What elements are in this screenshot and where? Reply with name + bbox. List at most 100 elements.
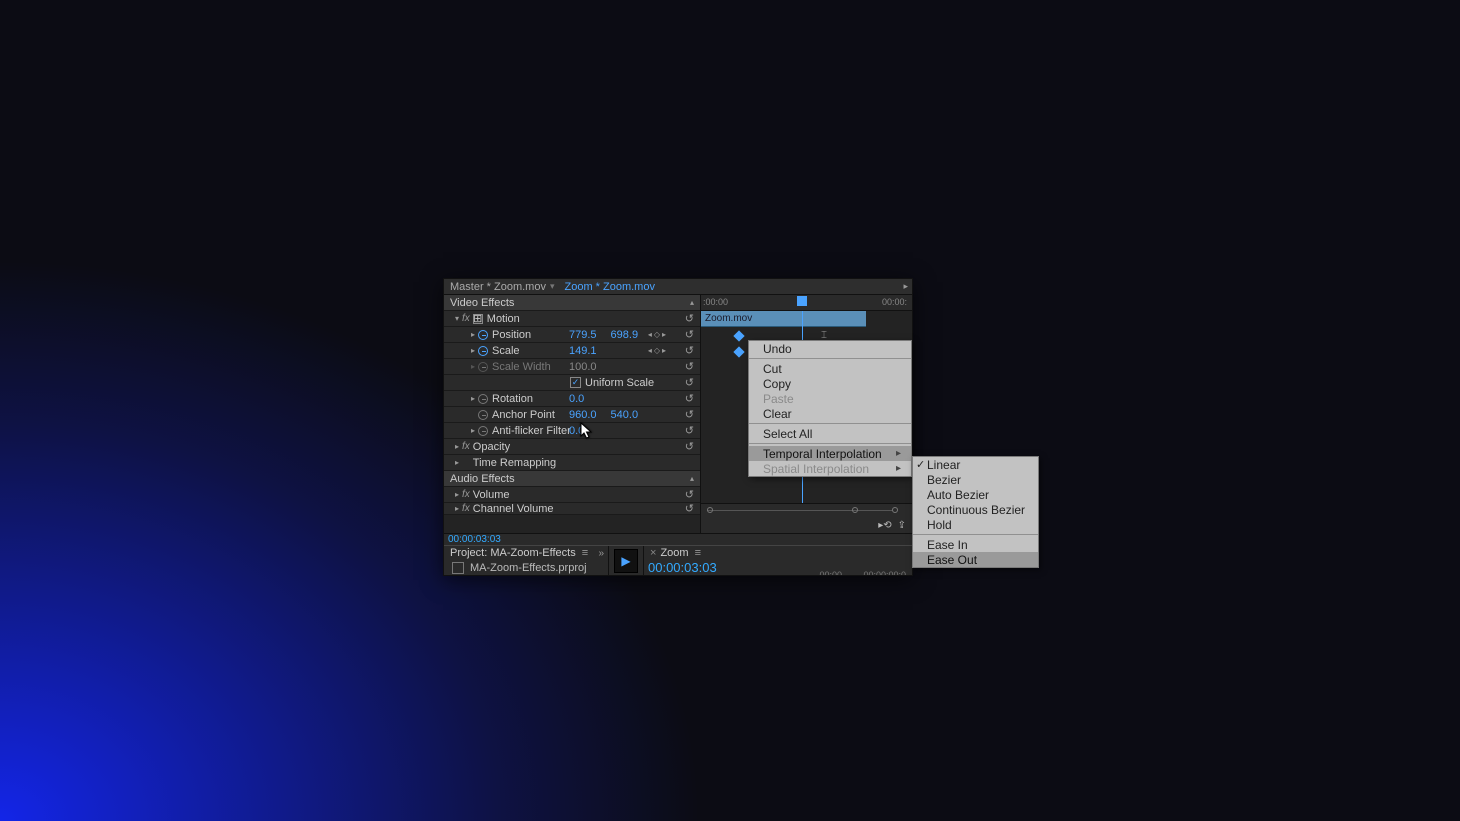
panel-menu-icon[interactable]: ≡ [582,547,588,559]
prev-keyframe-icon[interactable]: ◂ [648,330,652,339]
velocity-slider-row[interactable] [701,503,912,517]
disclosure-closed-icon[interactable]: ▸ [452,490,462,499]
menu-undo[interactable]: Undo [749,341,911,356]
reset-icon[interactable]: ↺ [685,376,694,389]
reset-icon[interactable]: ↺ [685,424,694,437]
submenu-ease-out[interactable]: Ease Out [913,552,1038,567]
chevrons-right-icon[interactable]: » [598,548,604,559]
channel-volume-row[interactable]: ▸ fx Channel Volume ↺ [444,503,700,515]
disclosure-closed-icon[interactable]: ▸ [452,504,462,513]
chevron-down-icon[interactable]: ▾ [550,281,555,292]
reset-icon[interactable]: ↺ [685,408,694,421]
panel-menu-icon[interactable]: ≡ [695,547,701,559]
anchor-point-row[interactable]: ▸ Anchor Point 960.0 540.0 ↺ [444,407,700,423]
disclosure-open-icon[interactable]: ▾ [452,314,462,323]
play-button[interactable]: ▶ [614,549,638,573]
bezier-handle-icon[interactable]: ⌶ [821,330,831,340]
add-keyframe-icon[interactable]: ◇ [654,346,660,355]
reset-icon[interactable]: ↺ [685,360,694,373]
disclosure-closed-icon[interactable]: ▸ [468,426,478,435]
transform-box-icon[interactable]: ⊞ [473,314,483,324]
submenu-bezier[interactable]: Bezier [913,472,1038,487]
next-keyframe-icon[interactable]: ▸ [662,330,666,339]
menu-select-all[interactable]: Select All [749,426,911,441]
scale-value[interactable]: 149.1 [569,345,597,357]
project-file-row[interactable]: MA-Zoom-Effects.prproj [444,560,608,575]
next-keyframe-icon[interactable]: ▸ [662,346,666,355]
stopwatch-icon[interactable] [478,330,488,340]
position-row[interactable]: ▸ Position 779.5 698.9 ◂ ◇ ▸ ↺ [444,327,700,343]
source-monitor-play[interactable]: ▶ [609,546,644,575]
fx-badge-icon[interactable]: fx [462,503,470,514]
rotation-row[interactable]: ▸ Rotation 0.0 ↺ [444,391,700,407]
time-ruler[interactable]: :00:00 00:00: [701,295,912,311]
scale-row[interactable]: ▸ Scale 149.1 ◂ ◇ ▸ ↺ [444,343,700,359]
export-icon[interactable]: ⇪ [898,520,906,531]
submenu-auto-bezier[interactable]: Auto Bezier [913,487,1038,502]
opacity-effect-row[interactable]: ▸ fx Opacity ↺ [444,439,700,455]
stopwatch-icon[interactable] [478,346,488,356]
uniform-scale-row[interactable]: ✓ Uniform Scale ↺ [444,375,700,391]
menu-cut[interactable]: Cut [749,361,911,376]
disclosure-closed-icon[interactable]: ▸ [452,458,462,467]
keyframe-diamond[interactable] [733,346,744,357]
rotation-value[interactable]: 0.0 [569,393,584,405]
reset-icon[interactable]: ↺ [685,312,694,325]
collapse-up-icon[interactable]: ▴ [690,298,694,307]
submenu-ease-in[interactable]: Ease In [913,537,1038,552]
audio-effects-header[interactable]: Audio Effects ▴ [444,471,700,487]
submenu-continuous-bezier[interactable]: Continuous Bezier [913,502,1038,517]
motion-effect-row[interactable]: ▾ fx ⊞ Motion ↺ [444,311,700,327]
menu-temporal-interpolation[interactable]: Temporal Interpolation▸ [749,446,911,461]
fx-badge-icon[interactable]: fx [462,489,470,500]
sequence-panel[interactable]: × Zoom ≡ 00:00:03:03 00:00 00:00:00:0 [644,546,912,575]
anti-flicker-row[interactable]: ▸ Anti-flicker Filter 0.0 ↺ [444,423,700,439]
collapse-up-icon[interactable]: ▴ [690,474,694,483]
close-tab-icon[interactable]: × [650,547,656,559]
position-y-value[interactable]: 698.9 [611,329,639,341]
clip-bar[interactable]: Zoom.mov [701,311,866,327]
stopwatch-icon[interactable] [478,394,488,404]
stopwatch-icon[interactable] [478,426,488,436]
anti-flicker-value[interactable]: 0.0 [569,425,584,437]
disclosure-closed-icon[interactable]: ▸ [468,330,478,339]
disclosure-closed-icon[interactable]: ▸ [468,346,478,355]
reset-icon[interactable]: ↺ [685,344,694,357]
anchor-x-value[interactable]: 960.0 [569,409,597,421]
anchor-y-value[interactable]: 540.0 [611,409,639,421]
active-clip-label[interactable]: Zoom * Zoom.mov [565,281,655,293]
reset-icon[interactable]: ↺ [685,328,694,341]
disclosure-closed-icon[interactable]: ▸ [468,394,478,403]
play-arrow-icon[interactable]: ▸ [903,281,908,292]
reset-icon[interactable]: ↺ [685,392,694,405]
fx-badge-icon[interactable]: fx [462,441,470,452]
zoom-slider-handle[interactable] [892,507,898,513]
playhead-handle[interactable] [797,296,807,306]
zoom-slider-handle[interactable] [852,507,858,513]
reset-icon[interactable]: ↺ [685,502,694,515]
menu-copy[interactable]: Copy [749,376,911,391]
keyframe-diamond[interactable] [733,330,744,341]
stopwatch-icon[interactable] [478,410,488,420]
project-panel[interactable]: Project: MA-Zoom-Effects ≡ » MA-Zoom-Eff… [444,546,609,575]
submenu-hold[interactable]: Hold [913,517,1038,532]
position-x-value[interactable]: 779.5 [569,329,597,341]
scale-width-row: ▸ Scale Width 100.0 ↺ [444,359,700,375]
time-remapping-row[interactable]: ▸ fx Time Remapping [444,455,700,471]
video-effects-header[interactable]: Video Effects ▴ [444,295,700,311]
reset-icon[interactable]: ↺ [685,488,694,501]
main-timecode[interactable]: 00:00:03:03 [648,560,717,575]
small-timecode[interactable]: 00:00:03:03 [444,534,912,546]
submenu-linear[interactable]: ✓Linear [913,457,1038,472]
loop-playback-icon[interactable]: ▸⟲ [878,520,891,531]
prev-keyframe-icon[interactable]: ◂ [648,346,652,355]
disclosure-closed-icon[interactable]: ▸ [452,442,462,451]
menu-clear[interactable]: Clear [749,406,911,421]
reset-icon[interactable]: ↺ [685,440,694,453]
zoom-slider-handle[interactable] [707,507,713,513]
uniform-scale-checkbox[interactable]: ✓ [570,377,581,388]
volume-row[interactable]: ▸ fx Volume ↺ [444,487,700,503]
fx-badge-icon[interactable]: fx [462,313,470,324]
master-clip-label[interactable]: Master * Zoom.mov [450,281,546,293]
add-keyframe-icon[interactable]: ◇ [654,330,660,339]
